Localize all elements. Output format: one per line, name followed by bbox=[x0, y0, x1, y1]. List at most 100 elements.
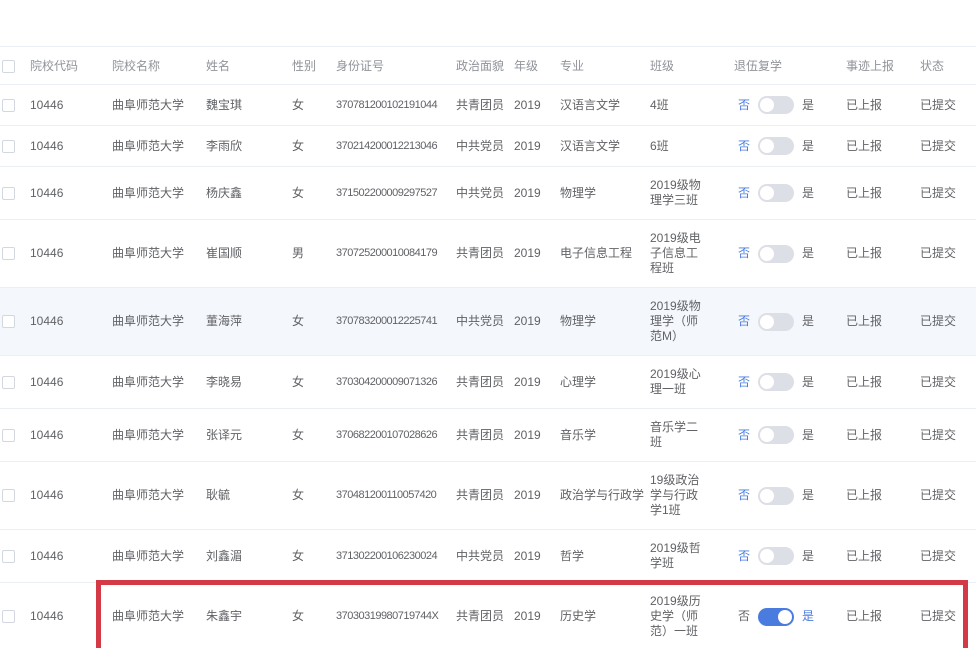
switch-label-no: 否 bbox=[738, 428, 750, 443]
row-checkbox[interactable] bbox=[2, 429, 15, 442]
cell-checkbox bbox=[0, 462, 30, 530]
table-row: 10446曲阜师范大学李雨欣女370214200012213046中共党员201… bbox=[0, 126, 976, 167]
student-table: 院校代码院校名称姓名性别身份证号政治面貌年级专业班级退伍复学事迹上报状态 104… bbox=[0, 46, 976, 648]
class-name-text: 2019级电子信息工程班 bbox=[650, 231, 708, 276]
table-row: 10446曲阜师范大学朱鑫宇女37030319980719744X共青团员201… bbox=[0, 583, 976, 648]
cell-school: 曲阜师范大学 bbox=[112, 356, 206, 409]
cell-veteran: 否是 bbox=[734, 530, 846, 583]
row-checkbox[interactable] bbox=[2, 610, 15, 623]
cell-school: 曲阜师范大学 bbox=[112, 583, 206, 648]
cell-name: 魏宝琪 bbox=[206, 85, 292, 126]
veteran-switch[interactable] bbox=[758, 426, 794, 444]
veteran-switch[interactable] bbox=[758, 184, 794, 202]
row-checkbox[interactable] bbox=[2, 140, 15, 153]
cell-school: 曲阜师范大学 bbox=[112, 288, 206, 356]
cell-veteran: 否是 bbox=[734, 409, 846, 462]
column-header-id_number: 身份证号 bbox=[336, 47, 456, 85]
cell-checkbox bbox=[0, 220, 30, 288]
column-header-gender: 性别 bbox=[292, 47, 336, 85]
cell-gender: 女 bbox=[292, 530, 336, 583]
table-row: 10446曲阜师范大学杨庆鑫女371502200009297527中共党员201… bbox=[0, 167, 976, 220]
row-checkbox[interactable] bbox=[2, 376, 15, 389]
switch-label-yes: 是 bbox=[802, 98, 814, 113]
class-name-text: 2019级哲学班 bbox=[650, 541, 708, 571]
cell-report: 已上报 bbox=[846, 583, 920, 648]
veteran-switch[interactable] bbox=[758, 313, 794, 331]
veteran-switch[interactable] bbox=[758, 137, 794, 155]
cell-school: 曲阜师范大学 bbox=[112, 126, 206, 167]
switch-label-no: 否 bbox=[738, 488, 750, 503]
cell-checkbox bbox=[0, 409, 30, 462]
row-checkbox[interactable] bbox=[2, 187, 15, 200]
cell-name: 李晓易 bbox=[206, 356, 292, 409]
cell-political: 中共党员 bbox=[456, 126, 514, 167]
cell-political: 中共党员 bbox=[456, 288, 514, 356]
table-body: 10446曲阜师范大学魏宝琪女370781200102191044共青团员201… bbox=[0, 85, 976, 648]
cell-name: 耿毓 bbox=[206, 462, 292, 530]
class-name-text: 2019级物理学（师范M） bbox=[650, 299, 708, 344]
veteran-switch[interactable] bbox=[758, 96, 794, 114]
cell-grade: 2019 bbox=[514, 288, 560, 356]
cell-id_number: 371502200009297527 bbox=[336, 167, 456, 220]
cell-gender: 男 bbox=[292, 220, 336, 288]
veteran-switch[interactable] bbox=[758, 547, 794, 565]
row-checkbox[interactable] bbox=[2, 315, 15, 328]
veteran-switch[interactable] bbox=[758, 608, 794, 626]
row-checkbox[interactable] bbox=[2, 99, 15, 112]
cell-major: 物理学 bbox=[560, 167, 650, 220]
table-row: 10446曲阜师范大学崔国顺男370725200010084179共青团员201… bbox=[0, 220, 976, 288]
cell-checkbox bbox=[0, 583, 30, 648]
cell-gender: 女 bbox=[292, 126, 336, 167]
cell-id_number: 37030319980719744X bbox=[336, 583, 456, 648]
cell-gender: 女 bbox=[292, 167, 336, 220]
cell-checkbox bbox=[0, 167, 30, 220]
cell-gender: 女 bbox=[292, 85, 336, 126]
column-header-grade: 年级 bbox=[514, 47, 560, 85]
cell-gender: 女 bbox=[292, 583, 336, 648]
cell-report: 已上报 bbox=[846, 85, 920, 126]
switch-label-yes: 是 bbox=[802, 314, 814, 329]
veteran-switch[interactable] bbox=[758, 373, 794, 391]
switch-label-no: 否 bbox=[738, 246, 750, 261]
cell-major: 物理学 bbox=[560, 288, 650, 356]
cell-grade: 2019 bbox=[514, 167, 560, 220]
class-name-text: 2019级心理一班 bbox=[650, 367, 708, 397]
veteran-switch[interactable] bbox=[758, 487, 794, 505]
veteran-switch[interactable] bbox=[758, 245, 794, 263]
cell-status: 已提交 bbox=[920, 126, 976, 167]
cell-class_name: 2019级物理学（师范M） bbox=[650, 288, 734, 356]
cell-status: 已提交 bbox=[920, 220, 976, 288]
class-name-text: 音乐学二班 bbox=[650, 420, 708, 450]
cell-checkbox bbox=[0, 126, 30, 167]
cell-code: 10446 bbox=[30, 583, 112, 648]
cell-name: 张译元 bbox=[206, 409, 292, 462]
cell-id_number: 370725200010084179 bbox=[336, 220, 456, 288]
row-checkbox[interactable] bbox=[2, 489, 15, 502]
class-name-text: 2019级历史学（师范）一班 bbox=[650, 594, 708, 639]
cell-status: 已提交 bbox=[920, 583, 976, 648]
cell-major: 心理学 bbox=[560, 356, 650, 409]
select-all-checkbox[interactable] bbox=[2, 60, 15, 73]
page: 院校代码院校名称姓名性别身份证号政治面貌年级专业班级退伍复学事迹上报状态 104… bbox=[0, 0, 976, 648]
cell-veteran: 否是 bbox=[734, 85, 846, 126]
cell-political: 共青团员 bbox=[456, 409, 514, 462]
cell-code: 10446 bbox=[30, 409, 112, 462]
cell-name: 朱鑫宇 bbox=[206, 583, 292, 648]
cell-major: 电子信息工程 bbox=[560, 220, 650, 288]
switch-label-yes: 是 bbox=[802, 139, 814, 154]
cell-grade: 2019 bbox=[514, 409, 560, 462]
cell-code: 10446 bbox=[30, 356, 112, 409]
select-all-header bbox=[0, 47, 30, 85]
cell-political: 中共党员 bbox=[456, 530, 514, 583]
switch-label-yes: 是 bbox=[802, 186, 814, 201]
cell-major: 哲学 bbox=[560, 530, 650, 583]
row-checkbox[interactable] bbox=[2, 247, 15, 260]
cell-status: 已提交 bbox=[920, 356, 976, 409]
cell-gender: 女 bbox=[292, 288, 336, 356]
cell-status: 已提交 bbox=[920, 167, 976, 220]
cell-class_name: 19级政治学与行政学1班 bbox=[650, 462, 734, 530]
cell-school: 曲阜师范大学 bbox=[112, 167, 206, 220]
cell-status: 已提交 bbox=[920, 85, 976, 126]
row-checkbox[interactable] bbox=[2, 550, 15, 563]
cell-class_name: 2019级心理一班 bbox=[650, 356, 734, 409]
